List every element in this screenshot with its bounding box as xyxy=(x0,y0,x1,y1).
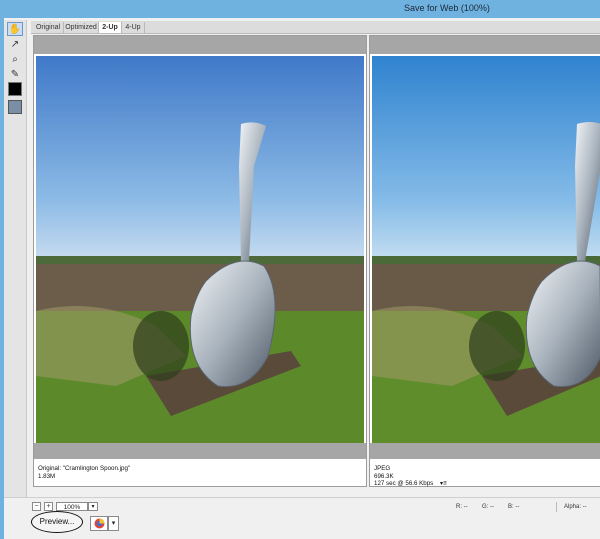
download-time-text: 127 sec @ 56.6 Kbps xyxy=(374,480,434,487)
optimized-pane-footer xyxy=(370,443,600,459)
original-pane: Original: "Cramlington Spoon.jpg" 1.83M xyxy=(33,35,367,487)
view-tabs: Original Optimized 2-Up 4-Up xyxy=(31,21,600,34)
zoom-icon: ⌕ xyxy=(12,53,18,65)
chevron-down-icon: ▾ xyxy=(91,504,95,510)
hand-tool-button[interactable]: ✋ xyxy=(7,22,23,36)
optimized-format: JPEG xyxy=(374,465,391,472)
readout-divider xyxy=(556,502,557,512)
download-speed-menu-icon[interactable]: ▾≡ xyxy=(440,480,447,487)
zoom-in-button[interactable]: + xyxy=(44,502,53,511)
optimized-info: JPEG 696.3K 127 sec @ 56.6 Kbps ▾≡ xyxy=(374,465,447,488)
original-pane-footer xyxy=(34,443,366,459)
browser-select-dropdown[interactable]: ▾ xyxy=(108,516,119,531)
tab-2-up[interactable]: 2-Up xyxy=(99,22,122,33)
eyedropper-icon: ✎ xyxy=(10,68,20,80)
preview-in-browser-button[interactable] xyxy=(90,516,108,531)
toggle-slices-visibility-icon[interactable] xyxy=(8,100,22,114)
original-pane-header xyxy=(34,36,366,54)
slice-select-tool-button[interactable]: ↗ xyxy=(7,37,23,51)
eyedropper-color-swatch[interactable] xyxy=(8,82,22,96)
browser-icon xyxy=(94,518,104,529)
red-readout: R: -- xyxy=(456,504,468,510)
zoom-out-button[interactable]: − xyxy=(32,502,41,511)
blue-readout: B: -- xyxy=(508,504,520,510)
green-readout: G: -- xyxy=(482,504,494,510)
zoom-tool-button[interactable]: ⌕ xyxy=(7,52,23,66)
original-info: Original: "Cramlington Spoon.jpg" 1.83M xyxy=(38,465,130,480)
original-filesize: 1.83M xyxy=(38,472,56,480)
original-filename: Original: "Cramlington Spoon.jpg" xyxy=(38,465,131,472)
tab-optimized[interactable]: Optimized xyxy=(64,22,99,33)
optimized-filesize: 696.3K xyxy=(374,472,394,480)
optimized-pane: JPEG 696.3K 127 sec @ 56.6 Kbps ▾≡ xyxy=(369,35,600,487)
preview-button[interactable]: Preview... xyxy=(31,511,83,533)
tab-original[interactable]: Original xyxy=(33,22,64,33)
zoom-level-field[interactable]: 100% xyxy=(56,502,88,511)
tab-4-up[interactable]: 4-Up xyxy=(122,22,145,33)
optimized-download-time: 127 sec @ 56.6 Kbps ▾≡ xyxy=(374,480,447,488)
slice-select-icon: ↗ xyxy=(10,38,20,50)
window-title: Save for Web (100%) xyxy=(404,3,490,13)
optimized-pane-header xyxy=(370,36,600,54)
eyedropper-tool-button[interactable]: ✎ xyxy=(7,67,23,81)
original-image[interactable] xyxy=(36,56,364,443)
alpha-readout: Alpha: -- xyxy=(564,504,587,510)
optimized-image[interactable] xyxy=(372,56,600,443)
title-bar: Save for Web (100%) xyxy=(0,0,600,18)
bottom-bar: − + 100% ▾ R: -- G: -- B: -- Alpha: -- P… xyxy=(4,497,600,539)
hand-icon: ✋ xyxy=(8,23,22,35)
tool-strip: ✋ ↗ ⌕ ✎ xyxy=(4,20,27,510)
zoom-level-dropdown[interactable]: ▾ xyxy=(88,502,98,511)
